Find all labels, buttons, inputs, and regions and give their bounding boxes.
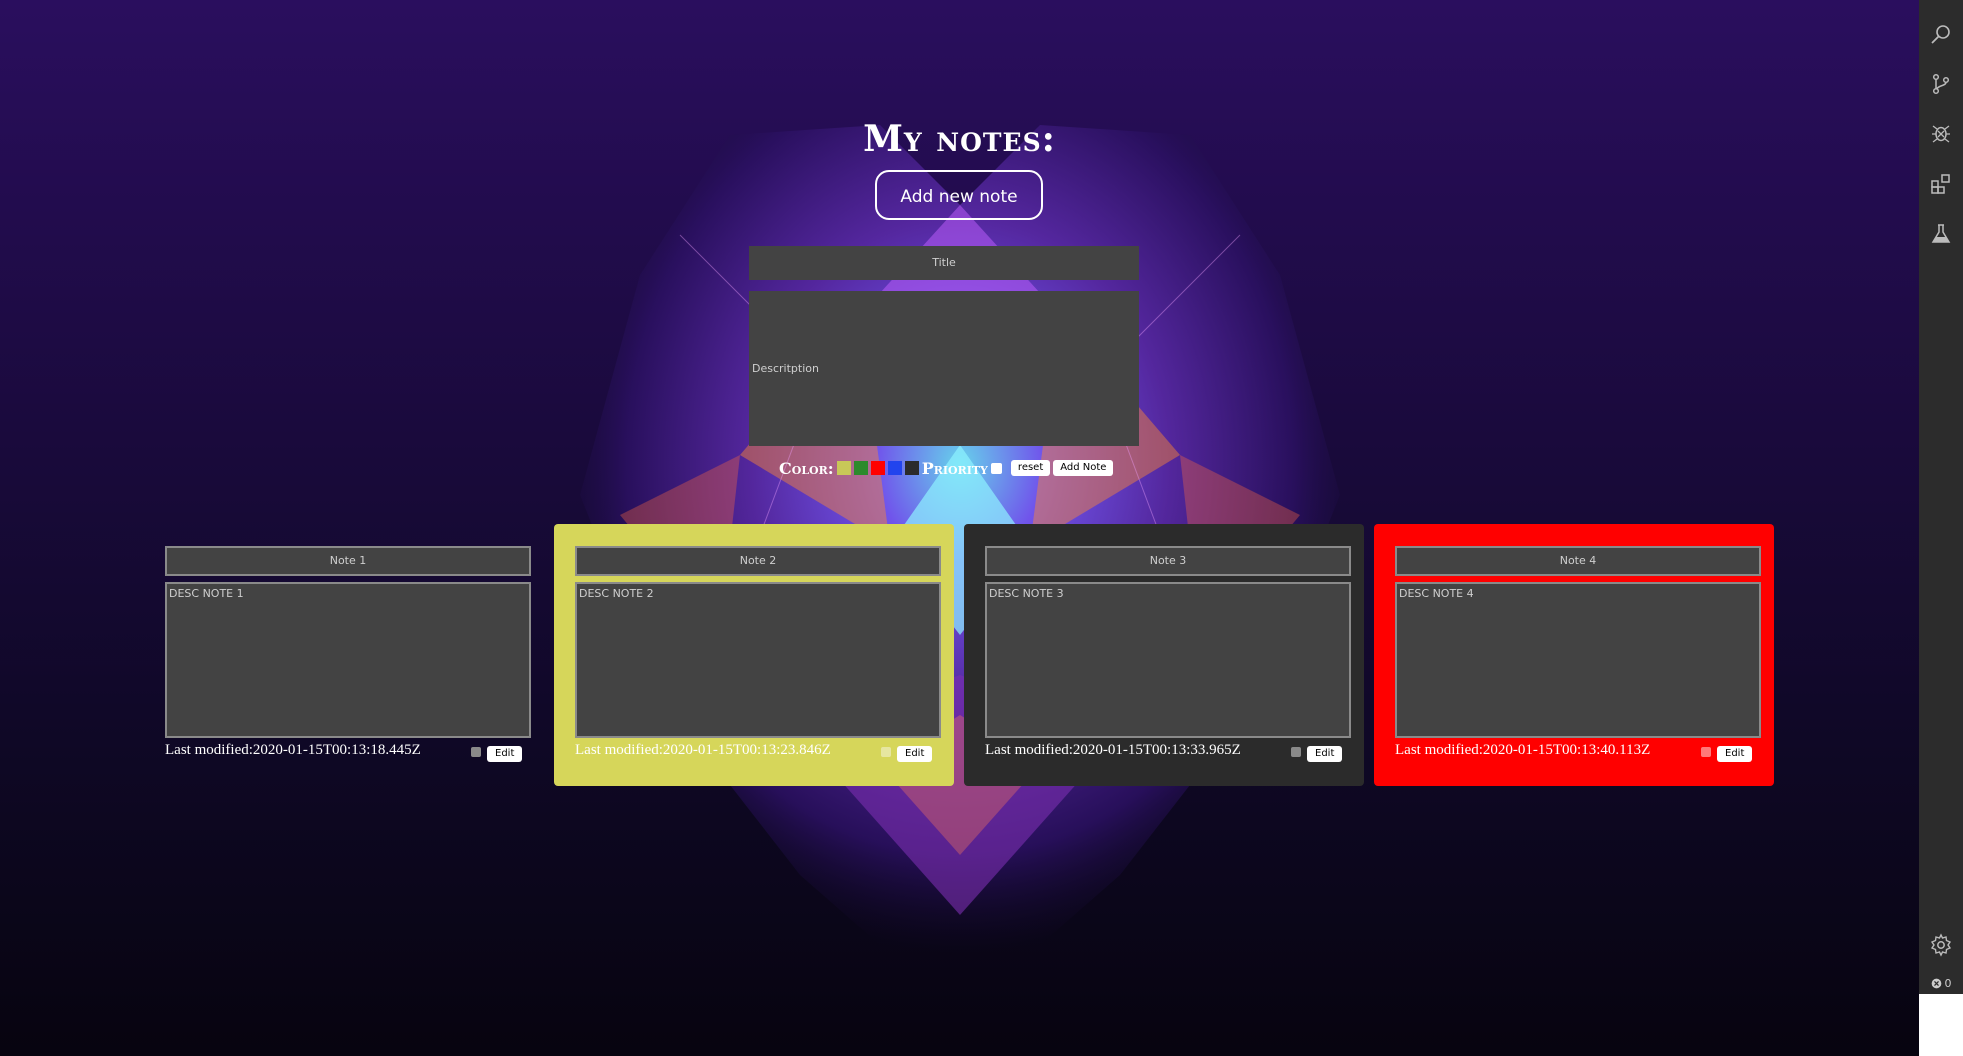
description-placeholder: Descritption (752, 362, 819, 375)
problems-status[interactable]: 0 (1919, 972, 1963, 994)
note-description[interactable]: DESC NOTE 2 (575, 582, 941, 738)
error-count: 0 (1944, 976, 1952, 990)
note-edit-button[interactable]: Edit (1717, 746, 1753, 762)
settings-gear-icon[interactable] (1929, 933, 1953, 957)
note-priority-checkbox[interactable] (1701, 747, 1711, 757)
extensions-icon[interactable] (1929, 172, 1953, 196)
note-last-modified: Last modified:2020-01-15T00:13:40.113Z (1395, 742, 1651, 758)
add-note-button[interactable]: Add Note (1053, 460, 1114, 476)
error-icon (1931, 978, 1941, 988)
note-title[interactable]: Note 2 (575, 546, 941, 576)
note-edit-button[interactable]: Edit (487, 746, 523, 762)
color-label: Color: (779, 458, 834, 478)
editor-edge (1919, 994, 1963, 1056)
priority-label: Priority (921, 458, 988, 478)
testing-icon[interactable] (1929, 222, 1953, 246)
note-description[interactable]: DESC NOTE 4 (1395, 582, 1761, 738)
notes-app: My notes: Add new note Title Descritptio… (0, 0, 1919, 1056)
note-priority-checkbox[interactable] (1291, 747, 1301, 757)
note-priority-checkbox[interactable] (881, 747, 891, 757)
source-control-icon[interactable] (1929, 72, 1953, 96)
color-swatch-black[interactable] (904, 461, 919, 475)
note-last-modified: Last modified:2020-01-15T00:13:33.965Z (985, 742, 1241, 758)
note-edit-button[interactable]: Edit (1307, 746, 1343, 762)
add-new-note-button[interactable]: Add new note (875, 170, 1043, 220)
debug-icon[interactable] (1929, 121, 1953, 145)
search-icon[interactable] (1929, 22, 1953, 46)
page-title: My notes: (863, 118, 1056, 160)
note-description[interactable]: DESC NOTE 1 (165, 582, 531, 738)
note-description[interactable]: DESC NOTE 3 (985, 582, 1351, 738)
note-card: Note 3 DESC NOTE 3 Last modified:2020-01… (964, 524, 1364, 786)
color-swatch-green[interactable] (853, 461, 868, 475)
note-title[interactable]: Note 4 (1395, 546, 1761, 576)
note-card: Note 1 DESC NOTE 1 Last modified:2020-01… (144, 524, 544, 786)
activity-bar (1919, 0, 1963, 1056)
color-swatch-yellow[interactable] (836, 461, 851, 475)
note-priority-checkbox[interactable] (471, 747, 481, 757)
note-card: Note 4 DESC NOTE 4 Last modified:2020-01… (1374, 524, 1774, 786)
note-title[interactable]: Note 3 (985, 546, 1351, 576)
note-form-controls: Color: Priority reset Add Note (779, 458, 1114, 478)
note-last-modified: Last modified:2020-01-15T00:13:18.445Z (165, 742, 421, 758)
note-title[interactable]: Note 1 (165, 546, 531, 576)
note-title-input[interactable]: Title (749, 246, 1139, 280)
note-description-input[interactable]: Descritption (749, 291, 1139, 446)
note-edit-button[interactable]: Edit (897, 746, 933, 762)
reset-button[interactable]: reset (1010, 460, 1051, 476)
priority-checkbox[interactable] (990, 462, 1002, 474)
color-swatch-red[interactable] (870, 461, 885, 475)
note-card: Note 2 DESC NOTE 2 Last modified:2020-01… (554, 524, 954, 786)
color-swatch-blue[interactable] (887, 461, 902, 475)
note-last-modified: Last modified:2020-01-15T00:13:23.846Z (575, 742, 831, 758)
